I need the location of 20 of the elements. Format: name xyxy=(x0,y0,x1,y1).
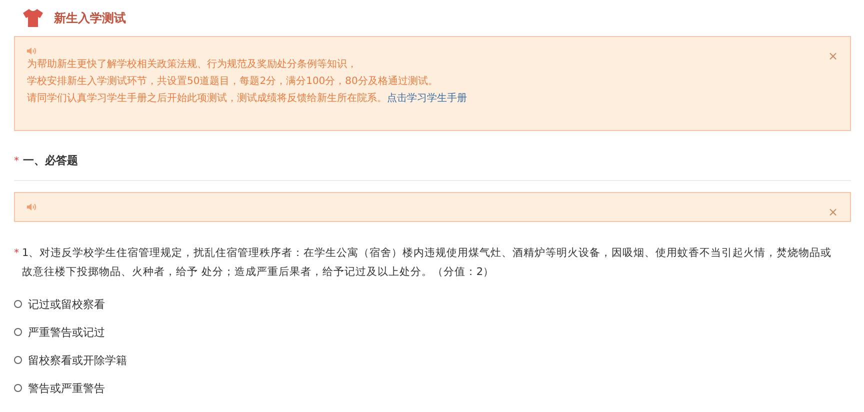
handbook-link[interactable]: 点击学习学生手册 xyxy=(387,93,467,104)
required-mark: * xyxy=(14,156,19,167)
radio-button[interactable] xyxy=(14,384,22,392)
notice-text: 请同学们认真学习学生手册之后开始此项测试，测试成绩将反馈给新生所在院系。点击学习学生手册 xyxy=(27,92,468,106)
tshirt-icon xyxy=(22,8,44,28)
radio-button[interactable] xyxy=(14,356,22,364)
option-label[interactable]: 留校察看或开除学籍 xyxy=(28,352,127,368)
option-label[interactable]: 严重警告或记过 xyxy=(28,324,105,340)
question-text: 1、对违反学校学生住宿管理规定，扰乱住宿管理秩序者：在学生公寓（宿舍）楼内违规使用煤气灶、酒精炉等明火设备，因吸烟、使用蚊香不当引起火情，焚烧物品或故意往楼下投掷物品、火种者，给予 处分；造成严重后果者，给予记过及以上处分。（分值：2） xyxy=(22,246,833,280)
notice-text: 学校安排新生入学测试环节，共设置50道题目，每题2分，满分100分，80分及格通过测试。 xyxy=(27,75,439,89)
page-title: 新生入学测试 xyxy=(54,10,126,26)
section-title: 一、必答题 xyxy=(23,153,78,168)
radio-button[interactable] xyxy=(14,300,22,308)
option-label[interactable]: 记过或留校察看 xyxy=(28,296,105,312)
notice-text: 为帮助新生更快了解学校相关政策法规、行为规范及奖励处分条例等知识， xyxy=(27,58,358,72)
option-label[interactable]: 警告或严重警告 xyxy=(28,380,105,396)
radio-button[interactable] xyxy=(14,328,22,336)
speaker-icon xyxy=(27,47,37,55)
required-mark: * xyxy=(14,247,19,261)
speaker-icon xyxy=(27,203,37,211)
